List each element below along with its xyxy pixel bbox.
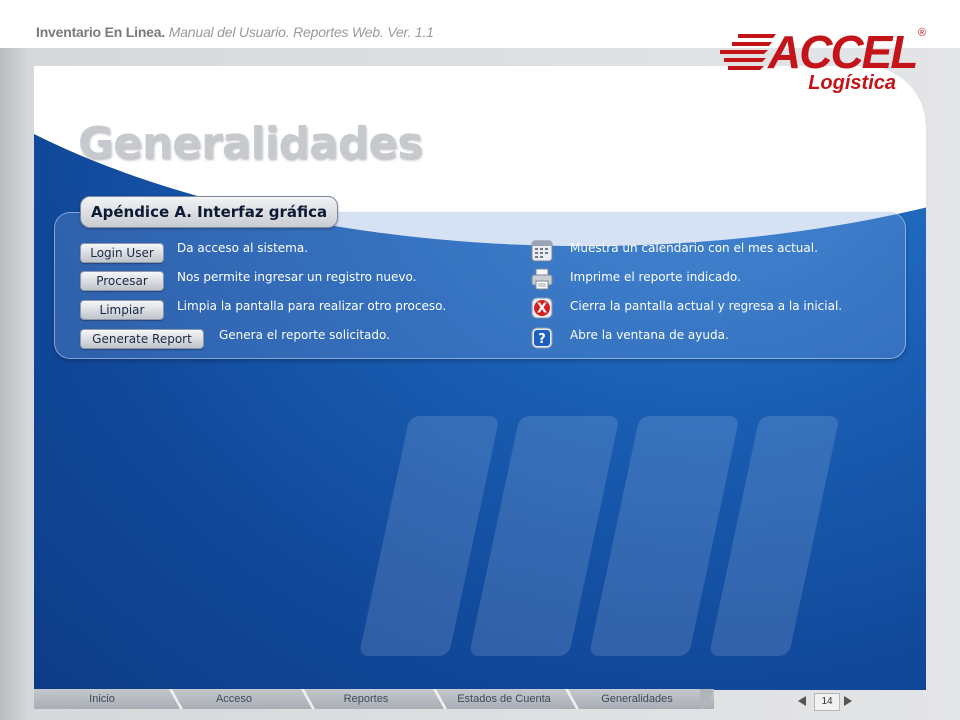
help-icon-glyph: ? <box>538 332 546 347</box>
logo-registered-text: ® <box>918 27 926 39</box>
accel-logo-icon: ACCEL ® <box>720 26 926 74</box>
printer-description: Imprime el reporte indicado. <box>570 270 741 284</box>
header-title-bold: Inventario En Linea. <box>36 24 166 40</box>
procesar-button[interactable]: Procesar <box>80 271 164 291</box>
close-icon[interactable]: X <box>531 297 553 319</box>
calendar-description: Muestra un calendario con el mes actual. <box>570 241 818 255</box>
logo-subtitle: Logística <box>808 72 896 94</box>
printer-icon[interactable] <box>531 268 553 290</box>
tab-inicio[interactable]: Inicio <box>54 689 150 709</box>
procesar-description: Nos permite ingresar un registro nuevo. <box>177 270 417 284</box>
nav-separator <box>301 689 315 709</box>
help-description: Abre la ventana de ayuda. <box>570 328 729 342</box>
logo-brand-text: ACCEL <box>767 26 916 74</box>
limpiar-button[interactable]: Limpiar <box>80 300 164 320</box>
generate-report-button[interactable]: Generate Report <box>80 329 204 349</box>
prev-page-icon[interactable] <box>798 696 806 706</box>
nav-end <box>700 689 714 709</box>
tab-generalidades[interactable]: Generalidades <box>582 689 692 709</box>
nav-separator <box>433 689 447 709</box>
nav-separator <box>169 689 183 709</box>
document-header: Inventario En Linea. Manual del Usuario.… <box>36 24 434 40</box>
generate-report-description: Genera el reporte solicitado. <box>219 328 390 342</box>
tab-estados-de-cuenta[interactable]: Estados de Cuenta <box>448 689 560 709</box>
tab-acceso[interactable]: Acceso <box>186 689 282 709</box>
help-icon[interactable]: ? <box>531 327 553 349</box>
page-number: 14 <box>814 693 840 711</box>
bottom-navigation: Inicio Acceso Reportes Estados de Cuenta… <box>34 689 926 709</box>
nav-separator <box>565 689 579 709</box>
close-description: Cierra la pantalla actual y regresa a la… <box>570 299 843 313</box>
limpiar-description: Limpia la pantalla para realizar otro pr… <box>177 299 447 313</box>
next-page-icon[interactable] <box>844 696 852 706</box>
close-icon-glyph: X <box>537 302 547 317</box>
login-user-button[interactable]: Login User <box>80 243 164 263</box>
page-title: Generalidades <box>78 118 423 169</box>
accel-watermark-icon <box>360 416 838 656</box>
accel-logo: ACCEL ® Logística <box>720 22 940 96</box>
login-user-description: Da acceso al sistema. <box>177 241 309 255</box>
section-heading: Apéndice A. Interfaz gráfica <box>80 196 339 228</box>
tab-reportes[interactable]: Reportes <box>318 689 414 709</box>
header-title-rest: Manual del Usuario. Reportes Web. Ver. 1… <box>168 24 434 40</box>
calendar-icon[interactable] <box>531 240 553 262</box>
